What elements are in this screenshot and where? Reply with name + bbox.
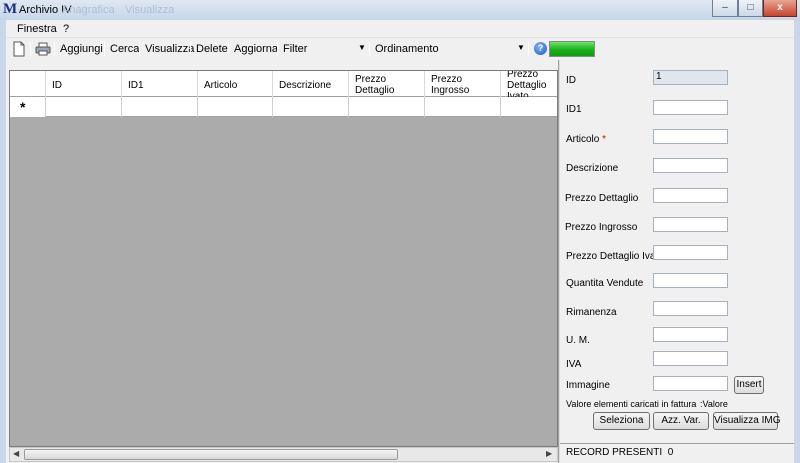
- iva-field[interactable]: [653, 351, 728, 366]
- record-count-status: RECORD PRESENTI 0: [566, 447, 673, 458]
- horizontal-scrollbar[interactable]: ◀ ▶: [9, 447, 558, 462]
- id1-field[interactable]: [653, 100, 728, 115]
- row-header[interactable]: *: [10, 97, 46, 117]
- scroll-thumb[interactable]: [24, 449, 398, 460]
- descrizione-field[interactable]: [653, 158, 728, 173]
- grid-cell[interactable]: [425, 97, 501, 117]
- filter-combo[interactable]: Filter: [283, 43, 307, 55]
- label-descrizione: Descrizione: [566, 163, 619, 174]
- label-id1: ID1: [566, 104, 582, 115]
- menu-finestra[interactable]: Finestra: [17, 23, 57, 35]
- reset-variables-button[interactable]: Azz. Var.: [653, 412, 709, 430]
- label-prezzo-dettaglio: Prezzo Dettaglio: [565, 193, 639, 204]
- label-iva: IVA: [566, 359, 582, 370]
- toolbar-separator: [139, 42, 140, 56]
- panel-splitter[interactable]: [558, 60, 560, 463]
- new-row[interactable]: *: [10, 97, 557, 117]
- label-id: ID: [566, 75, 576, 86]
- status-divider: [560, 443, 794, 444]
- maximize-button[interactable]: □: [738, 0, 763, 17]
- progress-fill: [550, 42, 594, 56]
- label-um: U. M.: [566, 335, 590, 346]
- grid-cell[interactable]: [46, 97, 122, 117]
- grid-header: ID ID1 Articolo Descrizione Prezzo Detta…: [10, 71, 557, 97]
- grid-cell[interactable]: [501, 97, 557, 117]
- toolbar: Aggiungi Cerca Visualizza Delete Aggiorn…: [6, 38, 794, 60]
- app-logo-icon: M: [3, 1, 18, 17]
- minimize-button[interactable]: –: [712, 0, 738, 17]
- toolbar-separator: [54, 42, 55, 56]
- record-label: RECORD PRESENTI: [566, 447, 663, 458]
- select-button[interactable]: Seleziona: [593, 412, 650, 430]
- label-quantita-vendute: Quantita Vendute: [566, 278, 644, 289]
- column-header-id1[interactable]: ID1: [122, 71, 198, 97]
- order-combo[interactable]: Ordinamento: [375, 43, 439, 55]
- invoice-value-label: Valore elementi caricati in fattura: [566, 399, 697, 409]
- refresh-button[interactable]: Aggiorna: [234, 43, 278, 55]
- label-prezzo-ingrosso: Prezzo Ingrosso: [565, 222, 638, 233]
- chevron-down-icon[interactable]: ▼: [517, 43, 525, 52]
- record-count: 0: [667, 447, 674, 458]
- column-header-articolo[interactable]: Articolo: [198, 71, 273, 97]
- view-button[interactable]: Visualizza: [145, 43, 194, 55]
- toolbar-separator: [528, 42, 529, 56]
- help-icon[interactable]: ?: [534, 42, 547, 55]
- id-field[interactable]: 1: [653, 70, 728, 85]
- print-icon[interactable]: [35, 41, 51, 57]
- grid-cell[interactable]: [349, 97, 425, 117]
- articolo-field[interactable]: [653, 129, 728, 144]
- column-header-prezzo-dettaglio[interactable]: Prezzo Dettaglio: [349, 71, 425, 97]
- value-label: :Valore: [700, 399, 728, 409]
- toolbar-separator: [104, 42, 105, 56]
- grid-cell[interactable]: [122, 97, 198, 117]
- prezzo-dettaglio-ivato-field[interactable]: [653, 245, 728, 260]
- grid-cell[interactable]: [198, 97, 273, 117]
- chevron-down-icon[interactable]: ▼: [358, 43, 366, 52]
- search-button[interactable]: Cerca: [110, 43, 139, 55]
- rimanenza-field[interactable]: [653, 301, 728, 316]
- menu-bar: Finestra ?: [6, 20, 794, 38]
- prezzo-ingrosso-field[interactable]: [653, 217, 728, 232]
- column-header-prezzo-dettaglio-ivato[interactable]: Prezzo Dettaglio Ivato: [501, 71, 557, 97]
- column-header-descrizione[interactable]: Descrizione: [273, 71, 349, 97]
- close-button[interactable]: x: [763, 0, 797, 17]
- toolbar-separator: [277, 42, 278, 56]
- required-marker: *: [602, 134, 607, 145]
- data-grid[interactable]: ID ID1 Articolo Descrizione Prezzo Detta…: [9, 70, 558, 447]
- label-immagine: Immagine: [566, 380, 610, 391]
- grid-cell[interactable]: [273, 97, 349, 117]
- title-bar: M Archivio IV Anagrafica Visualizza – □ …: [0, 0, 800, 20]
- label-articolo: Articolo *: [566, 134, 607, 145]
- prezzo-dettaglio-field[interactable]: [653, 188, 728, 203]
- column-header-id[interactable]: ID: [46, 71, 122, 97]
- row-header-corner: [10, 71, 46, 97]
- ghost-tab-anagrafica: Anagrafica: [62, 4, 115, 16]
- new-row-marker: *: [20, 99, 26, 115]
- progress-bar: [549, 41, 595, 57]
- add-button[interactable]: Aggiungi: [60, 43, 103, 55]
- label-prezzo-dettaglio-ivato: Prezzo Dettaglio Ivato: [566, 251, 664, 262]
- label-rimanenza: Rimanenza: [566, 307, 617, 318]
- new-document-icon[interactable]: [11, 41, 27, 57]
- toolbar-separator: [190, 42, 191, 56]
- quantita-vendute-field[interactable]: [653, 273, 728, 288]
- insert-button[interactable]: Insert: [734, 376, 764, 394]
- um-field[interactable]: [653, 327, 728, 342]
- scroll-right-icon[interactable]: ▶: [546, 449, 552, 458]
- view-image-button[interactable]: Visualizza IMG: [713, 412, 781, 430]
- column-header-prezzo-ingrosso[interactable]: Prezzo Ingrosso: [425, 71, 501, 97]
- immagine-field[interactable]: [653, 376, 728, 391]
- toolbar-separator: [369, 42, 370, 56]
- menu-help[interactable]: ?: [63, 23, 69, 35]
- toolbar-separator: [30, 42, 31, 56]
- scroll-left-icon[interactable]: ◀: [13, 449, 19, 458]
- ghost-tab-visualizza: Visualizza: [125, 4, 175, 16]
- toolbar-separator: [228, 42, 229, 56]
- delete-button[interactable]: Delete: [196, 43, 228, 55]
